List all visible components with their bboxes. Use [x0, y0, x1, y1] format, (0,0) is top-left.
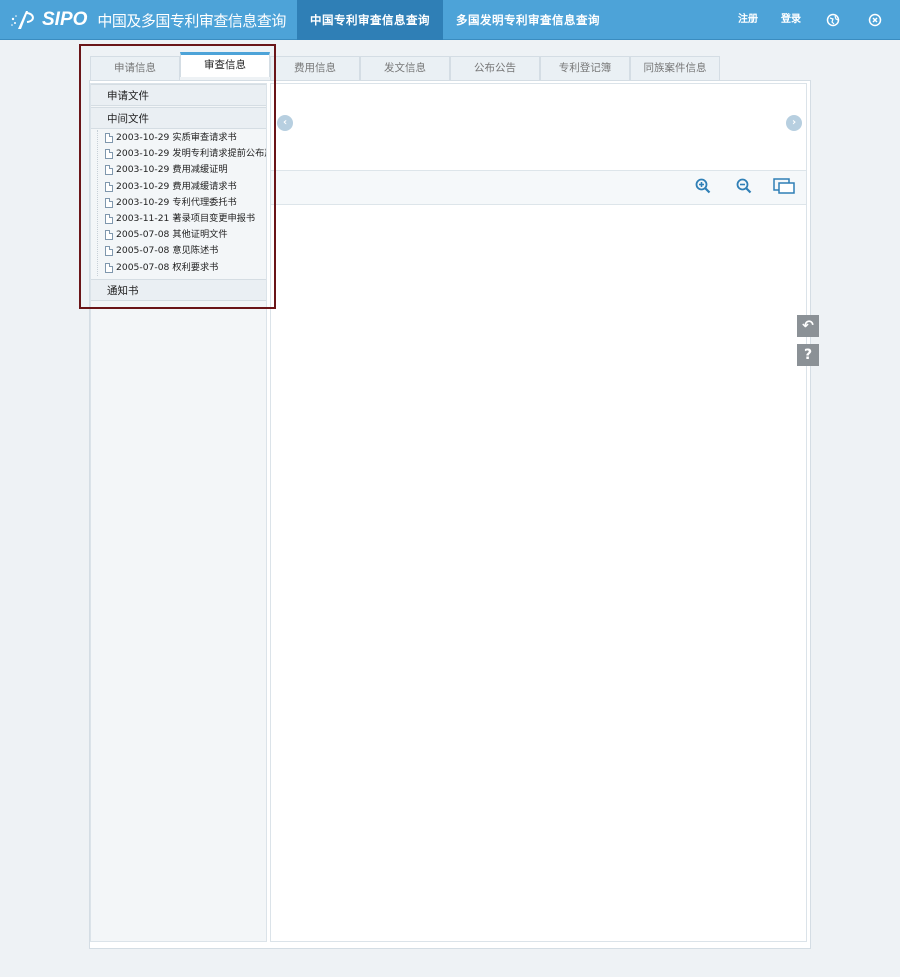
window-view-icon[interactable]	[773, 177, 795, 195]
nav-china-patent-query[interactable]: 中国专利审查信息查询	[297, 0, 443, 40]
nav-multi-country-query[interactable]: 多国发明专利审查信息查询	[443, 0, 613, 40]
logo-text: SIPO	[42, 9, 88, 30]
tab-fee-info[interactable]: 费用信息	[270, 56, 360, 80]
list-item[interactable]: 2005-07-08 权利要求书	[98, 260, 266, 276]
list-item[interactable]: 2003-10-29 专利代理委托书	[98, 195, 266, 211]
tab-patent-register[interactable]: 专利登记簿	[540, 56, 630, 80]
document-icon	[105, 246, 113, 257]
document-icon	[105, 262, 113, 273]
document-icon	[105, 181, 113, 192]
document-icon	[105, 165, 113, 176]
sipo-logo-icon	[11, 11, 34, 29]
help-icon[interactable]: ?	[797, 344, 819, 366]
zoom-in-icon[interactable]	[694, 177, 712, 195]
tab-dispatch-info[interactable]: 发文信息	[360, 56, 450, 80]
globe-icon[interactable]	[826, 13, 840, 27]
viewer-toolbar	[271, 170, 806, 205]
list-item[interactable]: 2003-10-29 费用减缓请求书	[98, 179, 266, 195]
section-application-documents[interactable]: 申请文件	[91, 84, 266, 106]
top-header: SIPO 中国及多国专利审查信息查询 中国专利审查信息查询 多国发明专利审查信息…	[0, 0, 900, 40]
close-icon[interactable]	[868, 13, 882, 27]
list-item[interactable]: 2005-07-08 意见陈述书	[98, 243, 266, 259]
prev-arrow-icon[interactable]: ‹	[277, 115, 293, 131]
register-link[interactable]: 注册	[738, 0, 758, 40]
document-icon	[105, 197, 113, 208]
tab-examination-info[interactable]: 审查信息	[180, 52, 270, 77]
section-notices[interactable]: 通知书	[91, 279, 266, 301]
zoom-out-icon[interactable]	[735, 177, 753, 195]
next-arrow-icon[interactable]: ›	[786, 115, 802, 131]
document-icon	[105, 133, 113, 144]
site-title: 中国及多国专利审查信息查询	[97, 11, 286, 30]
tab-application-info[interactable]: 申请信息	[90, 56, 180, 80]
sipo-logo[interactable]: SIPO 中国及多国专利审查信息查询	[10, 8, 286, 32]
tab-publication[interactable]: 公布公告	[450, 56, 540, 80]
list-item[interactable]: 2003-10-29发明专利请求提前公布声明	[98, 146, 266, 162]
document-icon	[105, 149, 113, 160]
document-icon	[105, 214, 113, 225]
undo-icon[interactable]: ↶	[797, 315, 819, 337]
document-icon	[105, 230, 113, 241]
section-intermediate-documents[interactable]: 中间文件	[91, 107, 266, 129]
list-item[interactable]: 2003-11-21 著录项目变更申报书	[98, 211, 266, 227]
list-item[interactable]: 2003-10-29 费用减缓证明	[98, 162, 266, 178]
document-viewer	[270, 83, 807, 942]
tab-family-cases[interactable]: 同族案件信息	[630, 56, 720, 80]
thumbnail-strip	[271, 84, 806, 170]
list-item[interactable]: 2003-10-29 实质审查请求书	[98, 130, 266, 146]
list-item[interactable]: 2005-07-08 其他证明文件	[98, 227, 266, 243]
login-link[interactable]: 登录	[781, 0, 801, 40]
document-list: 2003-10-29实质审查请求书 2003-10-29发明专利请求提前公布声明…	[97, 130, 266, 276]
